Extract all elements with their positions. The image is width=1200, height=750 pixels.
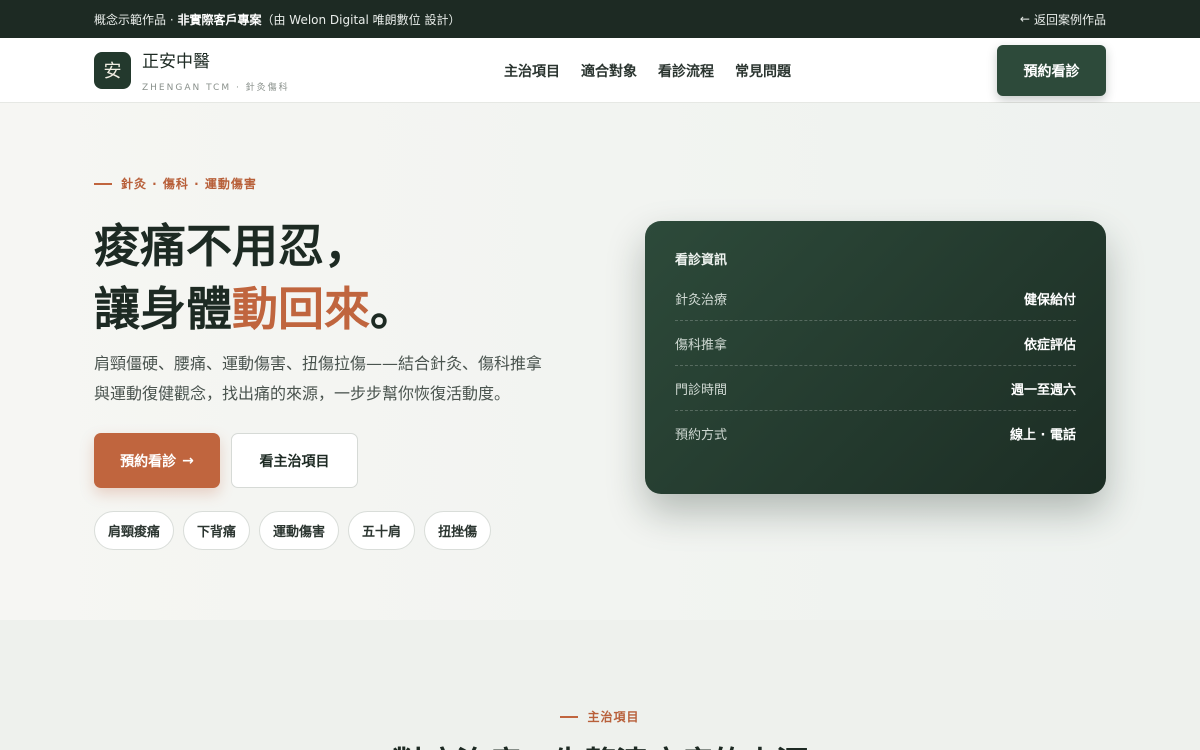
hero-headline: 痠痛不用忍， 讓身體動回來。 [94, 215, 416, 341]
demo-notice-bar: 概念示範作品 · 非實際客戶專案（由 Welon Digital 唯朗數位 設計… [0, 0, 1200, 38]
info-label: 門診時間 [675, 382, 728, 398]
brand-home-link[interactable]: 安 正安中醫 ZHENGAN TCM · 針灸傷科 [94, 47, 290, 93]
notice-prefix: 概念示範作品 · [94, 12, 178, 27]
headline-accent: 動回來 [232, 282, 370, 336]
tag-sports-injury[interactable]: 運動傷害 [259, 511, 340, 550]
brand-text: 正安中醫 ZHENGAN TCM · 針灸傷科 [142, 47, 290, 93]
arrow-left-icon: ← [1019, 12, 1030, 26]
nav-book-button[interactable]: 預約看診 [997, 45, 1106, 96]
info-value: 線上 · 電話 [1010, 428, 1076, 443]
brand-name: 正安中醫 [142, 52, 210, 72]
info-value: 依症評估 [1023, 337, 1076, 353]
tag-frozen-shoulder[interactable]: 五十肩 [348, 511, 416, 550]
headline-line-1: 痠痛不用忍， [94, 219, 370, 273]
hero-eyebrow: 針灸 · 傷科 · 運動傷害 [94, 175, 257, 192]
tag-lower-back[interactable]: 下背痛 [183, 511, 251, 550]
treatments-section: 主治項目 對症治療，先釐清疼痛的來源 [0, 620, 1200, 750]
info-label: 傷科推拿 [675, 337, 728, 353]
demo-notice-text: 概念示範作品 · 非實際客戶專案（由 Welon Digital 唯朗數位 設計… [94, 11, 460, 28]
eyebrow-dash [94, 182, 112, 185]
hero-book-label: 預約看診 [120, 453, 177, 470]
treatments-eyebrow-text: 主治項目 [587, 710, 640, 724]
info-card-title: 看診資訊 [675, 253, 728, 268]
info-row: 針灸治療 健保給付 [675, 276, 1076, 321]
headline-line-2: 讓身體動回來。 [94, 278, 416, 341]
nav-item-treatments[interactable]: 主治項目 [504, 61, 560, 81]
nav-item-process[interactable]: 看診流程 [658, 61, 714, 81]
back-label: 返回案例作品 [1033, 12, 1106, 27]
tag-neck-shoulder[interactable]: 肩頸痠痛 [94, 511, 175, 550]
hero-section: 針灸 · 傷科 · 運動傷害 痠痛不用忍， 讓身體動回來。 肩頸僵硬、腰痛、運動… [0, 103, 1200, 620]
nav-item-audience[interactable]: 適合對象 [581, 61, 637, 81]
nav-item-faq[interactable]: 常見問題 [735, 61, 791, 81]
nav-menu: 主治項目 適合對象 看診流程 常見問題 [504, 38, 791, 103]
arrow-right-icon: → [182, 452, 194, 469]
back-to-cases-link[interactable]: ← 返回案例作品 [1020, 11, 1106, 28]
main-navbar: 安 正安中醫 ZHENGAN TCM · 針灸傷科 主治項目 適合對象 看診流程… [0, 38, 1200, 103]
tag-sprain[interactable]: 扭挫傷 [424, 511, 492, 550]
info-row: 預約方式 線上 · 電話 [675, 411, 1076, 456]
hero-eyebrow-text: 針灸 · 傷科 · 運動傷害 [121, 177, 257, 191]
info-label: 預約方式 [675, 428, 728, 443]
eyebrow-dash [560, 715, 579, 718]
notice-suffix: （由 Welon Digital 唯朗數位 設計） [261, 12, 461, 27]
info-value: 週一至週六 [1010, 382, 1076, 398]
brand-subtitle: ZHENGAN TCM · 針灸傷科 [142, 83, 290, 93]
info-row: 傷科推拿 依症評估 [675, 321, 1076, 366]
info-value: 健保給付 [1023, 292, 1076, 308]
treatments-heading: 對症治療，先釐清疼痛的來源 [0, 738, 1200, 750]
hero-book-button[interactable]: 預約看診 → [94, 433, 220, 488]
notice-strong: 非實際客戶專案 [177, 12, 262, 27]
clinic-info-card: 看診資訊 針灸治療 健保給付 傷科推拿 依症評估 門診時間 週一至週六 預約方式… [645, 221, 1106, 494]
headline-part-a: 讓身體 [94, 282, 232, 336]
hero-treatments-button[interactable]: 看主治項目 [231, 433, 358, 488]
hero-description: 肩頸僵硬、腰痛、運動傷害、扭傷拉傷——結合針灸、傷科推拿與運動復健觀念，找出痛的… [94, 354, 543, 403]
brand-logo: 安 [94, 51, 131, 89]
treatments-eyebrow: 主治項目 [0, 708, 1200, 725]
info-row: 門診時間 週一至週六 [675, 366, 1076, 411]
symptom-tags: 肩頸痠痛 下背痛 運動傷害 五十肩 扭挫傷 [94, 511, 492, 550]
headline-part-b: 。 [370, 282, 416, 336]
info-label: 針灸治療 [675, 292, 728, 308]
